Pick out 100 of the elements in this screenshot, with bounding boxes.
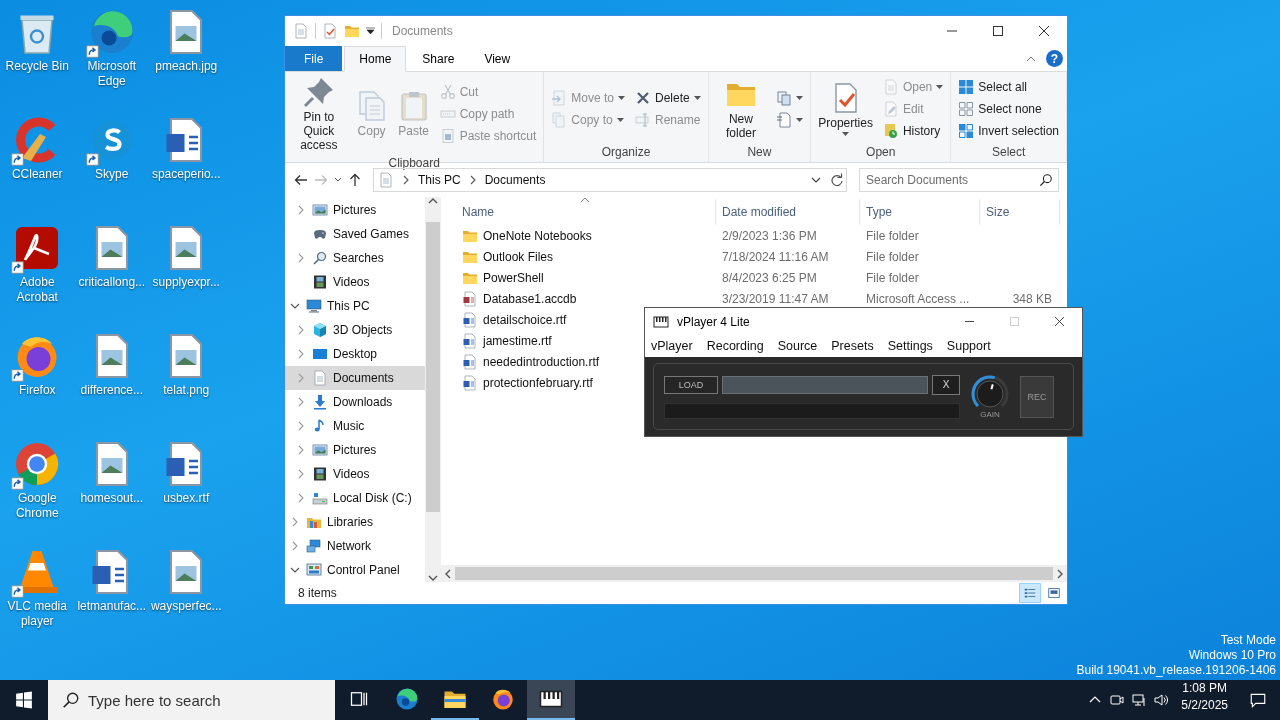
scroll-up-icon[interactable] <box>428 197 438 205</box>
clock-date[interactable]: 5/2/2025 <box>1181 697 1228 714</box>
group-label: Open <box>865 145 897 161</box>
camera-icon[interactable] <box>1109 692 1126 708</box>
menu-item[interactable]: Recording <box>706 339 764 353</box>
load-button[interactable]: LOAD <box>664 375 718 394</box>
notification-icon[interactable] <box>1249 691 1267 709</box>
nav-item[interactable]: Desktop <box>285 342 425 366</box>
ribbon-button[interactable]: Select none <box>955 98 1062 119</box>
nav-item[interactable]: Videos <box>285 270 425 294</box>
search-icon <box>312 250 328 266</box>
pictures-icon <box>312 442 328 458</box>
ribbon-tab[interactable]: View <box>470 46 525 71</box>
document-icon <box>312 370 328 386</box>
up-arrow-icon[interactable] <box>347 172 363 188</box>
nav-item[interactable]: Control Panel <box>285 558 425 582</box>
computer-icon <box>306 298 322 314</box>
column-header[interactable]: Size <box>980 199 1060 225</box>
scroll-right-icon[interactable] <box>1056 568 1064 579</box>
speaker-icon[interactable] <box>1153 692 1170 708</box>
browser-icon <box>395 687 419 711</box>
search-field[interactable]: Search Documents <box>859 168 1059 192</box>
copy-to-icon <box>551 111 568 128</box>
menu-item[interactable]: Source <box>777 339 818 353</box>
scroll-left-icon[interactable] <box>444 568 452 579</box>
search-icon <box>1039 173 1053 187</box>
view-button[interactable] <box>1019 583 1041 603</box>
menu-item[interactable]: Presets <box>831 339 874 353</box>
open-icon <box>882 78 899 95</box>
group-label: Clipboard <box>387 156 441 170</box>
rename-icon <box>635 111 652 128</box>
taskbar-button[interactable] <box>527 680 575 720</box>
window-title: Documents <box>392 24 454 38</box>
forward-arrow-icon <box>313 172 329 188</box>
nav-item[interactable]: Saved Games <box>285 222 425 246</box>
cube-icon <box>312 322 328 338</box>
taskbar-search-field[interactable]: Type here to search <box>48 680 335 720</box>
details-view-icon <box>1023 586 1037 600</box>
window-title: vPlayer 4 Lite <box>677 314 751 329</box>
ribbon-tab[interactable]: Home <box>344 46 407 72</box>
ribbon-button[interactable]: Invert selection <box>955 120 1062 141</box>
file-name[interactable]: neededintroduction.rtf <box>456 353 600 370</box>
menu-item[interactable]: Support <box>946 339 991 353</box>
start-icon[interactable] <box>15 691 33 709</box>
nav-item[interactable]: Pictures <box>285 438 425 462</box>
back-arrow-icon[interactable] <box>293 172 309 188</box>
ribbon-button[interactable]: Properties <box>815 77 876 140</box>
record-button[interactable]: REC <box>1020 375 1054 418</box>
task-view-icon[interactable] <box>349 689 369 709</box>
file-name[interactable]: protectionfebruary.rtf <box>456 374 593 391</box>
ribbon-button[interactable]: Select all <box>955 76 1062 97</box>
menu-item[interactable]: vPlayer <box>651 339 693 353</box>
drive-icon <box>312 490 328 506</box>
file-type: Microsoft Access ... <box>865 291 971 306</box>
nav-item[interactable]: Searches <box>285 246 425 270</box>
ribbon-button[interactable]: New folder <box>712 73 770 144</box>
word-document-icon <box>462 374 478 391</box>
help-button[interactable]: ? <box>1046 50 1063 67</box>
new-item-icon <box>776 89 793 106</box>
ribbon-button[interactable]: History <box>879 120 947 141</box>
nav-item[interactable]: This PC <box>285 294 425 318</box>
clock-time[interactable]: 1:08 PM <box>1182 680 1227 697</box>
clear-button[interactable]: X <box>932 374 960 395</box>
scrollbar[interactable] <box>425 197 441 582</box>
file-name[interactable]: OneNote Notebooks <box>456 227 592 244</box>
scrollbar[interactable] <box>441 565 1067 582</box>
file-name[interactable]: Database1.accdb <box>456 290 577 307</box>
nav-item[interactable]: Libraries <box>285 510 425 534</box>
column-header[interactable]: Date modified <box>716 199 860 225</box>
select-none-icon <box>958 100 975 117</box>
column-header[interactable]: Type <box>860 199 980 225</box>
nav-item[interactable]: Downloads <box>285 390 425 414</box>
properties-icon[interactable] <box>322 23 338 39</box>
dropdown-icon[interactable] <box>366 27 375 35</box>
ribbon-button[interactable]: Delete <box>632 87 704 108</box>
scroll-down-icon[interactable] <box>428 574 438 582</box>
nav-item[interactable]: Music <box>285 414 425 438</box>
menu-item[interactable]: Settings <box>887 339 933 353</box>
column-header[interactable]: Name <box>456 199 716 225</box>
nav-item[interactable]: Network <box>285 534 425 558</box>
file-name[interactable]: detailschoice.rtf <box>456 311 567 328</box>
file-name[interactable]: jamestime.rtf <box>456 332 552 349</box>
breadcrumb[interactable]: Documents <box>484 173 546 187</box>
nav-item[interactable]: 3D Objects <box>285 318 425 342</box>
word-document-icon <box>462 353 478 370</box>
ribbon-tab[interactable]: File <box>285 46 343 71</box>
nav-item[interactable]: Videos <box>285 462 425 486</box>
ribbon-button[interactable]: Pin to Quick access <box>289 72 349 156</box>
collapse-ribbon-icon[interactable] <box>1026 55 1036 62</box>
network-icon[interactable] <box>1131 692 1148 708</box>
nav-item[interactable]: Pictures <box>285 198 425 222</box>
file-name[interactable]: PowerShell <box>456 269 544 286</box>
ribbon-tab[interactable]: Share <box>408 46 469 71</box>
easy-access-icon <box>776 111 793 128</box>
breadcrumb[interactable]: This PC <box>418 173 461 187</box>
nav-item[interactable]: Local Disk (C:) <box>285 486 425 510</box>
file-name[interactable]: Outlook Files <box>456 248 554 265</box>
file-field[interactable] <box>722 375 928 394</box>
nav-item[interactable]: Documents <box>285 366 425 390</box>
network-icon <box>306 538 322 554</box>
